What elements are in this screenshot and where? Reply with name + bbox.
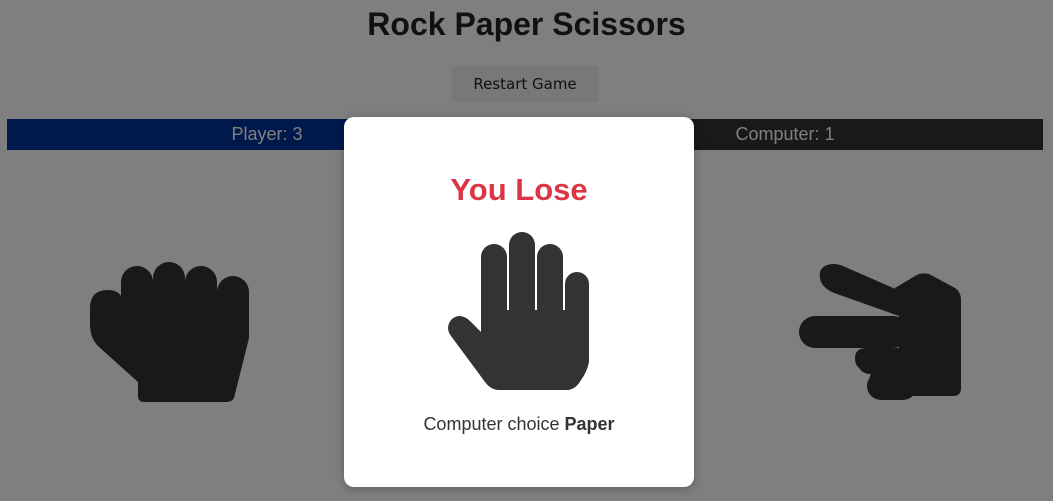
result-message: Computer choice Paper	[344, 412, 694, 436]
message-prefix: Computer choice	[423, 414, 560, 434]
computer-choice-value: Paper	[564, 414, 615, 434]
result-header: You Lose	[344, 170, 694, 210]
hand-paper-icon	[448, 232, 589, 390]
game-page: Rock Paper Scissors Restart Game Player:…	[0, 0, 1053, 501]
result-title: You Lose	[450, 172, 588, 207]
